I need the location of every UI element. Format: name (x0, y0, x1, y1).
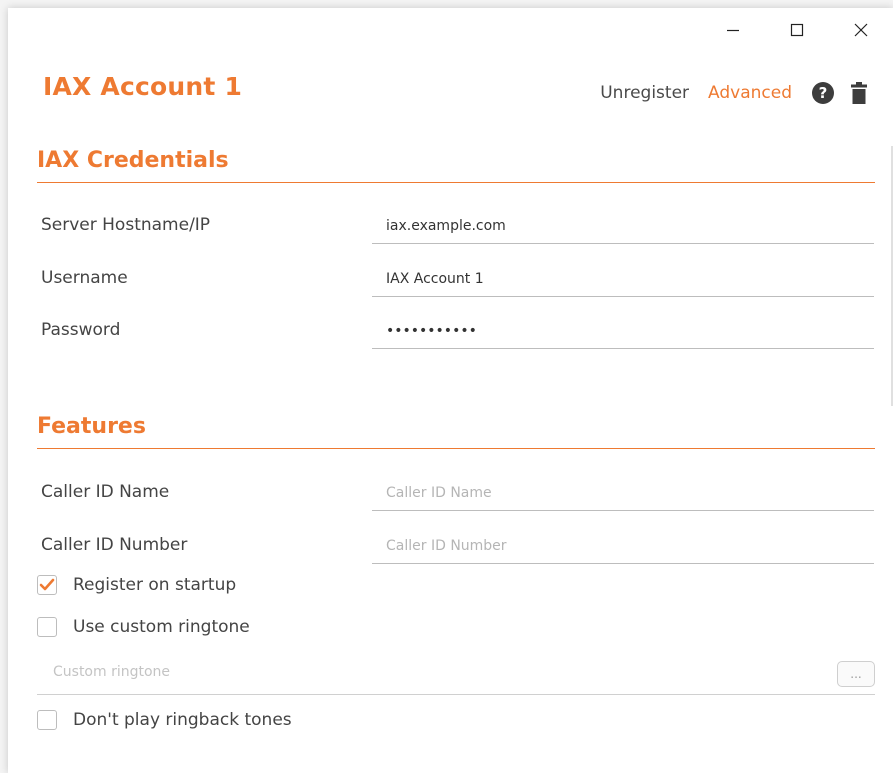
features-section-title: Features (37, 414, 146, 439)
password-input[interactable] (372, 313, 874, 349)
register-on-startup-label: Register on startup (73, 575, 237, 595)
dont-play-ringback-checkbox[interactable] (37, 710, 57, 730)
use-custom-ringtone-checkbox[interactable] (37, 617, 57, 637)
close-icon (854, 23, 868, 37)
caller-id-name-input[interactable] (372, 475, 874, 511)
caller-id-name-label: Caller ID Name (41, 482, 170, 502)
server-hostname-label: Server Hostname/IP (41, 215, 211, 235)
custom-ringtone-row: ... (37, 655, 875, 695)
features-divider (37, 448, 875, 449)
help-icon[interactable]: ? (812, 82, 834, 104)
maximize-icon (790, 23, 804, 37)
dont-play-ringback-label: Don't play ringback tones (73, 710, 292, 730)
account-settings-window: IAX Account 1 Unregister Advanced ? IAX … (8, 8, 893, 773)
minimize-icon (727, 29, 739, 32)
register-on-startup-checkbox[interactable] (37, 575, 57, 595)
use-custom-ringtone-label: Use custom ringtone (73, 617, 250, 637)
credentials-section-title: IAX Credentials (37, 148, 229, 173)
close-button[interactable] (829, 8, 893, 52)
username-label: Username (41, 268, 128, 288)
minimize-button[interactable] (701, 8, 765, 52)
header-actions: Unregister Advanced ? (600, 82, 867, 104)
window-controls (701, 8, 893, 52)
dont-play-ringback-row[interactable]: Don't play ringback tones (37, 710, 292, 730)
password-label: Password (41, 320, 121, 340)
caller-id-number-input[interactable] (372, 528, 874, 564)
advanced-link[interactable]: Advanced (708, 83, 792, 103)
custom-ringtone-input[interactable] (51, 663, 755, 681)
username-input[interactable] (372, 261, 874, 297)
caller-id-number-label: Caller ID Number (41, 535, 188, 555)
use-custom-ringtone-row[interactable]: Use custom ringtone (37, 617, 250, 637)
server-hostname-input[interactable] (372, 208, 874, 244)
unregister-link[interactable]: Unregister (600, 83, 689, 103)
browse-ringtone-button[interactable]: ... (837, 661, 875, 687)
checkmark-icon (39, 578, 55, 591)
trash-icon[interactable] (851, 82, 867, 104)
maximize-button[interactable] (765, 8, 829, 52)
credentials-divider (37, 182, 875, 183)
page-title: IAX Account 1 (43, 72, 243, 101)
register-on-startup-row[interactable]: Register on startup (37, 575, 236, 595)
